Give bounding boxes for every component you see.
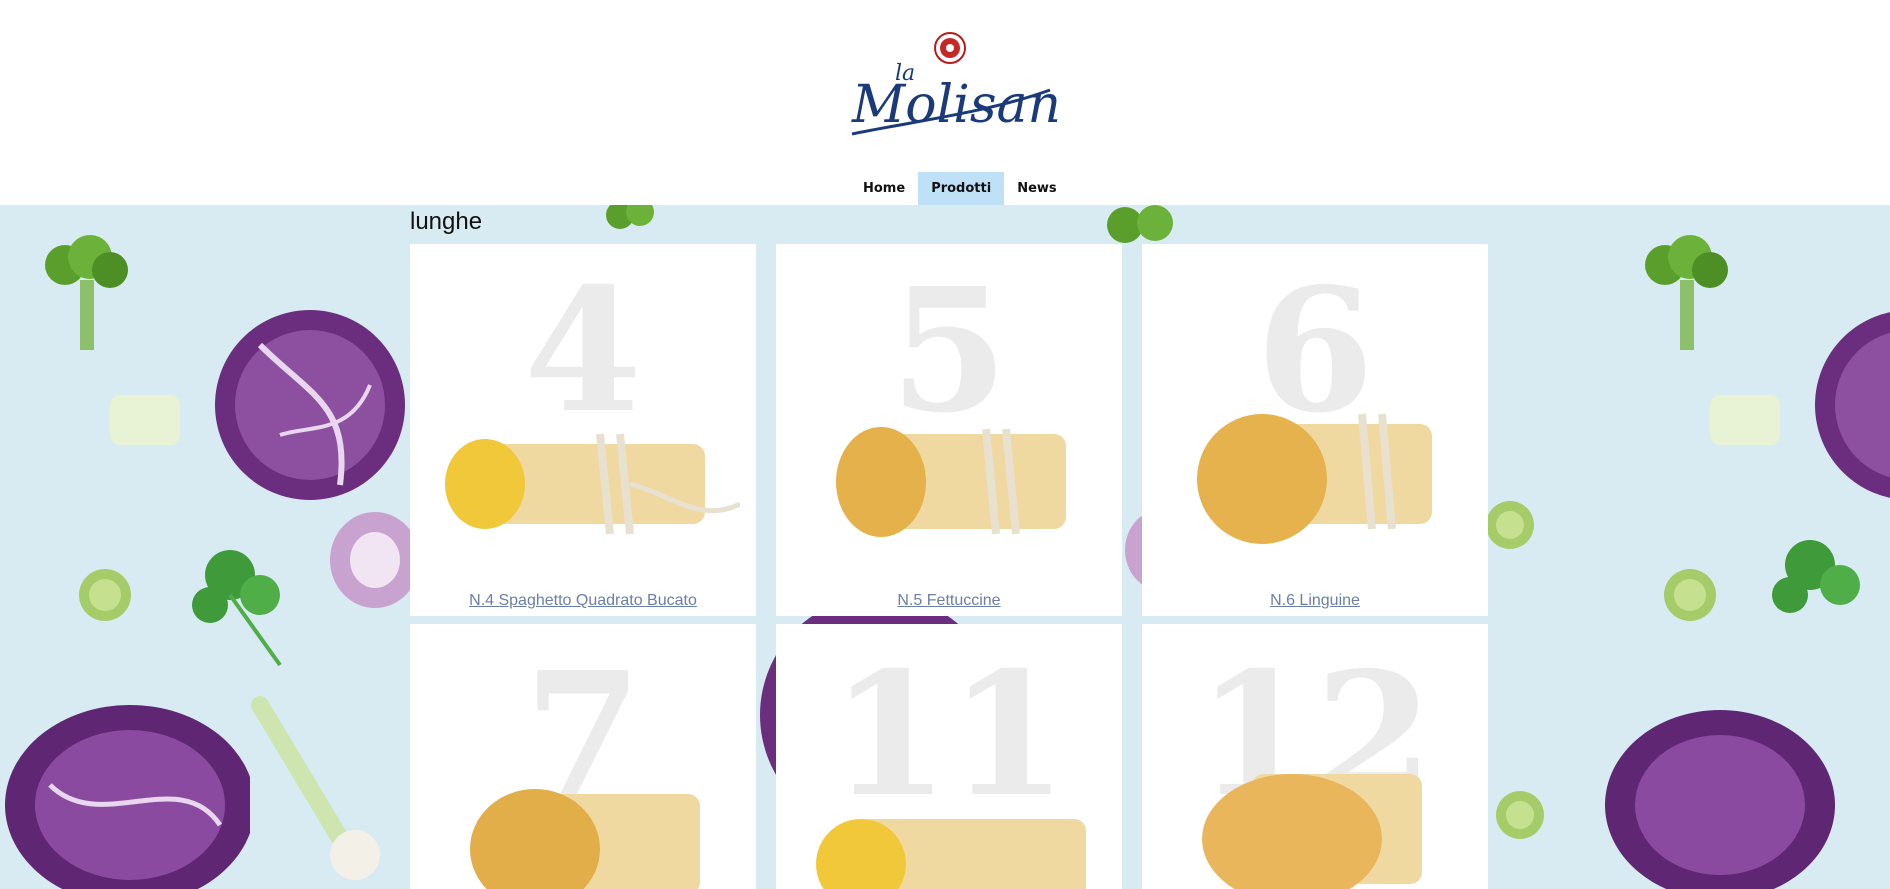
pasta-bundle-image [470, 789, 700, 889]
red-cabbage-icon [5, 705, 250, 889]
product-card[interactable]: 5 N.5 Fettuccine [776, 244, 1122, 616]
celery-icon [110, 395, 180, 445]
fettuccine-bundle-image [836, 427, 1066, 537]
celery-icon [1710, 395, 1780, 445]
onion-icon [330, 512, 420, 608]
brussels-sprout-icon [1486, 501, 1534, 549]
leek-icon [251, 696, 380, 880]
product-card[interactable]: 11 [776, 624, 1122, 889]
product-number: 11 [830, 635, 1068, 835]
parsley-icon [1772, 540, 1860, 613]
product-card[interactable]: 12 [1142, 624, 1488, 889]
product-card[interactable]: 6 N.6 Linguine [1142, 244, 1488, 616]
parsley-icon [192, 550, 282, 667]
pasta-bundle-image [816, 819, 1086, 889]
product-link[interactable]: N.4 Spaghetto Quadrato Bucato [410, 592, 756, 610]
category-title: lunghe [410, 208, 483, 235]
red-cabbage-icon [1815, 312, 1890, 498]
product-card[interactable]: 7 [410, 624, 756, 889]
nav-prodotti[interactable]: Prodotti [918, 172, 1005, 205]
product-number: 5 [889, 251, 1009, 451]
product-link[interactable]: N.5 Fettuccine [776, 592, 1122, 610]
product-link[interactable]: N.6 Linguine [1142, 592, 1488, 610]
brussels-sprout-icon [1496, 791, 1544, 839]
spaghetti-bundle-image [445, 433, 740, 535]
product-number: 4 [523, 251, 643, 451]
brussels-sprout-icon [79, 569, 131, 621]
broccoli-icon [606, 205, 654, 229]
broccoli-icon [45, 235, 128, 350]
brand-logo[interactable]: la Molisana [840, 30, 1060, 140]
linguine-bundle-image [1197, 413, 1432, 544]
product-card[interactable]: 4 N.4 Spaghetto Quadrato Bucato [410, 244, 756, 616]
logo-graphic: la Molisana [851, 32, 1060, 136]
pasta-bundle-image [1202, 774, 1422, 889]
logo-molisana-text: Molisana [851, 75, 1060, 135]
red-cabbage-icon [1605, 710, 1835, 889]
red-cabbage-icon [215, 310, 405, 500]
broccoli-icon [1645, 235, 1728, 350]
nav-news[interactable]: News [1004, 172, 1069, 205]
brussels-sprout-icon [1664, 569, 1716, 621]
nav-home[interactable]: Home [850, 172, 918, 205]
site-header: la Molisana Home Prodotti News [0, 0, 1890, 205]
main-nav: Home Prodotti News [850, 172, 1070, 205]
